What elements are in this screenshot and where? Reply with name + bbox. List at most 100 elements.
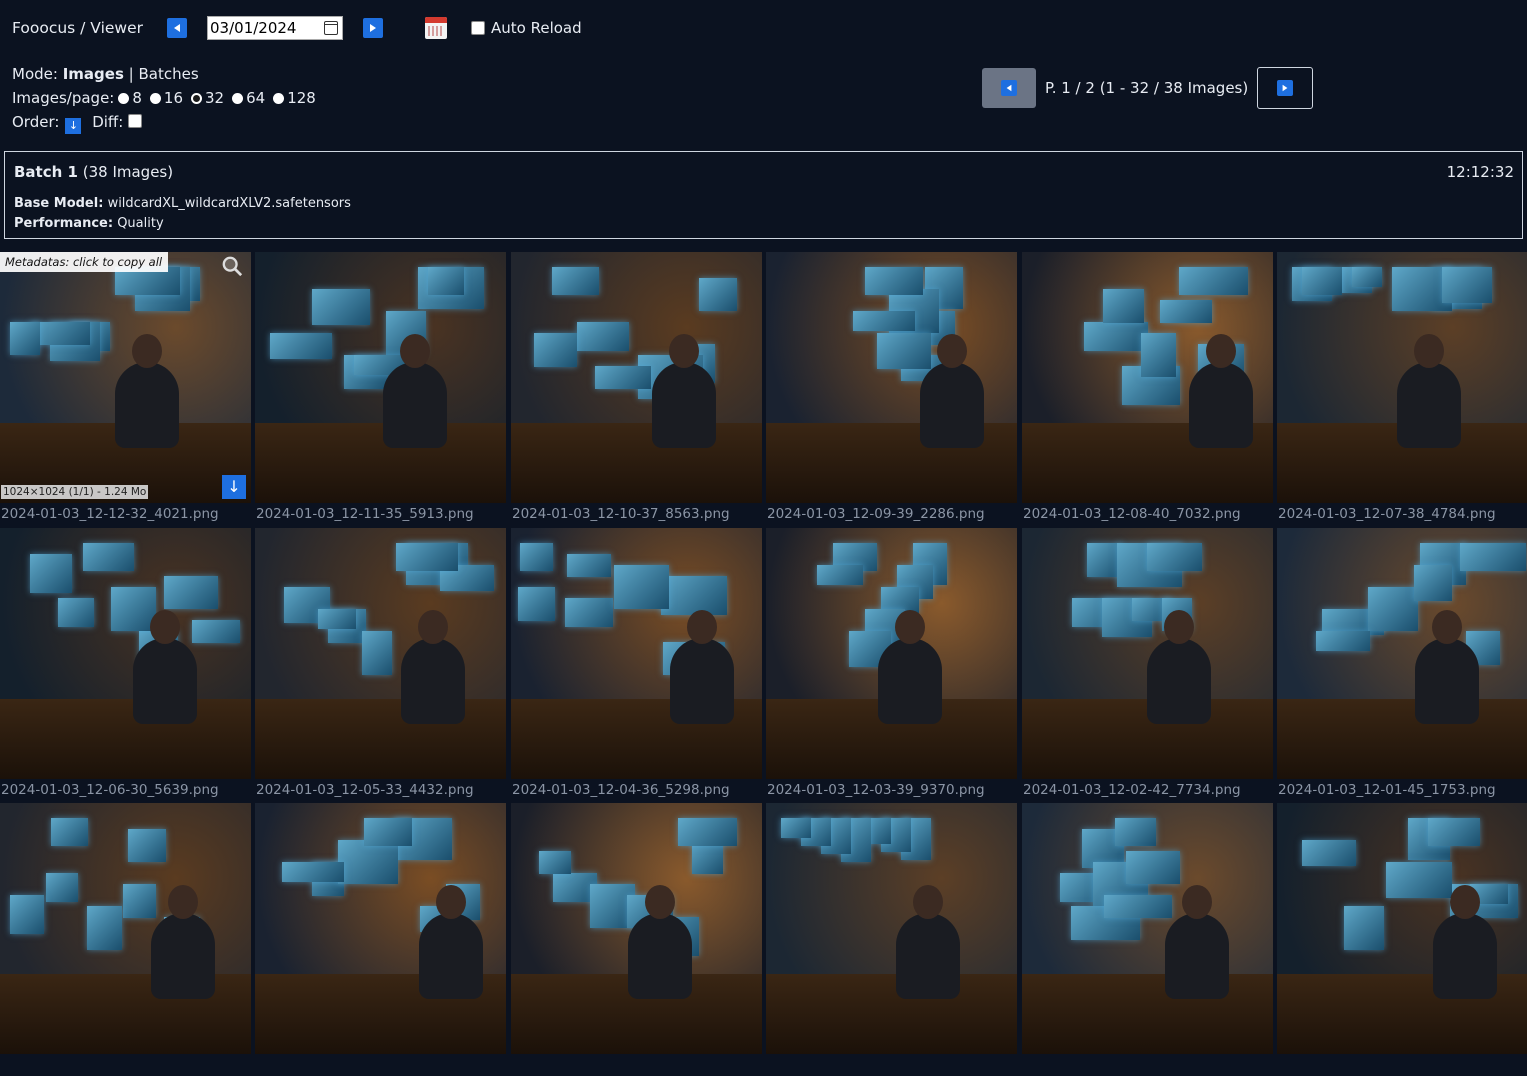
arrow-left-icon xyxy=(174,24,181,32)
order-label: Order: xyxy=(12,113,60,131)
mode-row: Mode: Images | Batches xyxy=(12,62,316,86)
image-card[interactable] xyxy=(1022,803,1273,1076)
batch-count: (38 Images) xyxy=(82,163,174,181)
per-page-radio-16[interactable] xyxy=(149,93,161,104)
image-thumbnail[interactable] xyxy=(1277,803,1527,1054)
copy-metadata-label[interactable]: Metadatas: click to copy all xyxy=(0,252,169,272)
image-filename: 2024-01-03_12-01-45_1753.png xyxy=(1278,782,1496,798)
image-thumbnail[interactable] xyxy=(1022,528,1273,779)
per-page-option-64: 64 xyxy=(246,89,266,107)
prev-day-button[interactable] xyxy=(167,18,188,38)
image-card[interactable]: 2024-01-03_12-10-37_8563.png xyxy=(511,252,762,525)
batch-name: Batch 1 xyxy=(14,163,78,181)
batch-metadata: Base Model: wildcardXL_wildcardXLV2.safe… xyxy=(14,194,351,234)
image-thumbnail[interactable] xyxy=(1277,252,1527,503)
base-model-label: Base Model: xyxy=(14,196,104,211)
image-card[interactable]: 2024-01-03_12-05-33_4432.png xyxy=(255,528,506,801)
auto-reload-toggle[interactable]: Auto Reload xyxy=(471,19,582,37)
app-title: Fooocus / Viewer xyxy=(12,19,144,37)
mode-batches-link[interactable]: Batches xyxy=(139,65,199,83)
image-card[interactable] xyxy=(1277,803,1527,1076)
batch-time: 12:12:32 xyxy=(1446,163,1514,181)
image-thumbnail[interactable] xyxy=(0,528,251,779)
image-thumbnail[interactable] xyxy=(0,803,251,1054)
image-card[interactable]: 2024-01-03_12-02-42_7734.png xyxy=(1022,528,1273,801)
image-card[interactable] xyxy=(255,803,506,1076)
image-thumbnail[interactable] xyxy=(511,803,762,1054)
image-filename: 2024-01-03_12-12-32_4021.png xyxy=(1,506,219,522)
per-page-label: Images/page: xyxy=(12,89,115,107)
image-thumbnail[interactable] xyxy=(766,252,1017,503)
image-filename: 2024-01-03_12-09-39_2286.png xyxy=(767,506,985,522)
image-card[interactable]: 2024-01-03_12-08-40_7032.png xyxy=(1022,252,1273,525)
image-card[interactable]: Metadatas: click to copy all 1024×1024 (1… xyxy=(0,252,251,525)
per-page-radio-64[interactable] xyxy=(232,93,244,104)
auto-reload-label: Auto Reload xyxy=(491,19,582,37)
zoom-magnifier-icon[interactable] xyxy=(221,255,243,277)
image-thumbnail[interactable] xyxy=(766,803,1017,1054)
image-filename: 2024-01-03_12-05-33_4432.png xyxy=(256,782,474,798)
date-input[interactable]: 03/01/2024 xyxy=(207,16,344,40)
image-filename: 2024-01-03_12-03-39_9370.png xyxy=(767,782,985,798)
image-filename: 2024-01-03_12-02-42_7734.png xyxy=(1023,782,1241,798)
prev-page-icon xyxy=(1001,80,1017,96)
image-card[interactable]: 2024-01-03_12-01-45_1753.png xyxy=(1277,528,1527,801)
image-thumbnail[interactable] xyxy=(766,528,1017,779)
image-filename: 2024-01-03_12-04-36_5298.png xyxy=(512,782,730,798)
image-card[interactable]: 2024-01-03_12-04-36_5298.png xyxy=(511,528,762,801)
image-card[interactable]: 2024-01-03_12-06-30_5639.png xyxy=(0,528,251,801)
image-thumbnail[interactable] xyxy=(511,252,762,503)
image-thumbnail[interactable] xyxy=(255,252,506,503)
mode-label: Mode: xyxy=(12,65,58,83)
batch-title: Batch 1 (38 Images) xyxy=(14,163,173,181)
per-page-option-8: 8 xyxy=(132,89,142,107)
image-thumbnail[interactable] xyxy=(255,528,506,779)
image-card[interactable] xyxy=(0,803,251,1076)
image-thumbnail[interactable] xyxy=(1022,252,1273,503)
image-size-label: 1024×1024 (1/1) - 1.24 Mo xyxy=(1,485,149,499)
pagination: P. 1 / 2 (1 - 32 / 38 Images) xyxy=(982,67,1314,109)
auto-reload-checkbox[interactable] xyxy=(471,21,486,35)
arrow-right-icon xyxy=(370,24,377,32)
image-filename: 2024-01-03_12-08-40_7032.png xyxy=(1023,506,1241,522)
image-thumbnail[interactable] xyxy=(255,803,506,1054)
diff-checkbox[interactable] xyxy=(128,114,143,128)
performance-value: Quality xyxy=(117,216,164,231)
image-filename: 2024-01-03_12-06-30_5639.png xyxy=(1,782,219,798)
image-thumbnail[interactable]: Metadatas: click to copy all 1024×1024 (1… xyxy=(0,252,251,503)
image-thumbnail[interactable] xyxy=(511,528,762,779)
image-card[interactable]: 2024-01-03_12-09-39_2286.png xyxy=(766,252,1017,525)
prev-page-button[interactable] xyxy=(982,68,1036,108)
next-day-button[interactable] xyxy=(363,18,384,38)
per-page-radio-128[interactable] xyxy=(273,93,285,104)
per-page-option-32: 32 xyxy=(205,89,225,107)
base-model-value: wildcardXL_wildcardXLV2.safetensors xyxy=(107,196,351,211)
image-thumbnail[interactable] xyxy=(1277,528,1527,779)
image-card[interactable] xyxy=(511,803,762,1076)
image-card[interactable]: 2024-01-03_12-11-35_5913.png xyxy=(255,252,506,525)
per-page-radio-32[interactable] xyxy=(191,93,203,104)
sort-order-icon[interactable]: ↓ xyxy=(65,118,82,134)
diff-label: Diff: xyxy=(92,113,124,131)
page-info: P. 1 / 2 (1 - 32 / 38 Images) xyxy=(1045,79,1249,97)
image-filename xyxy=(0,1054,251,1076)
image-thumbnail[interactable] xyxy=(1022,803,1273,1054)
view-controls: Mode: Images | Batches Images/page: 8 16 32… xyxy=(12,62,316,134)
image-filename xyxy=(1022,1054,1273,1076)
mode-images-link[interactable]: Images xyxy=(63,65,124,83)
next-page-icon xyxy=(1277,80,1294,96)
image-card[interactable]: 2024-01-03_12-07-38_4784.png xyxy=(1277,252,1527,525)
image-filename xyxy=(511,1054,762,1076)
per-page-radio-8[interactable] xyxy=(118,93,130,104)
image-filename xyxy=(255,1054,506,1076)
batch-info-panel: Batch 1 (38 Images) 12:12:32 Base Model:… xyxy=(4,151,1523,239)
calendar-picker-icon[interactable] xyxy=(324,21,339,35)
image-card[interactable]: 2024-01-03_12-03-39_9370.png xyxy=(766,528,1017,801)
per-page-option-16: 16 xyxy=(163,89,184,107)
download-button[interactable]: ↓ xyxy=(222,475,246,499)
next-page-button[interactable] xyxy=(1257,67,1314,109)
image-card[interactable] xyxy=(766,803,1017,1076)
calendar-icon[interactable] xyxy=(425,17,448,39)
per-page-row: Images/page: 8 16 32 64 128 xyxy=(12,86,316,110)
image-filename xyxy=(1277,1054,1527,1076)
